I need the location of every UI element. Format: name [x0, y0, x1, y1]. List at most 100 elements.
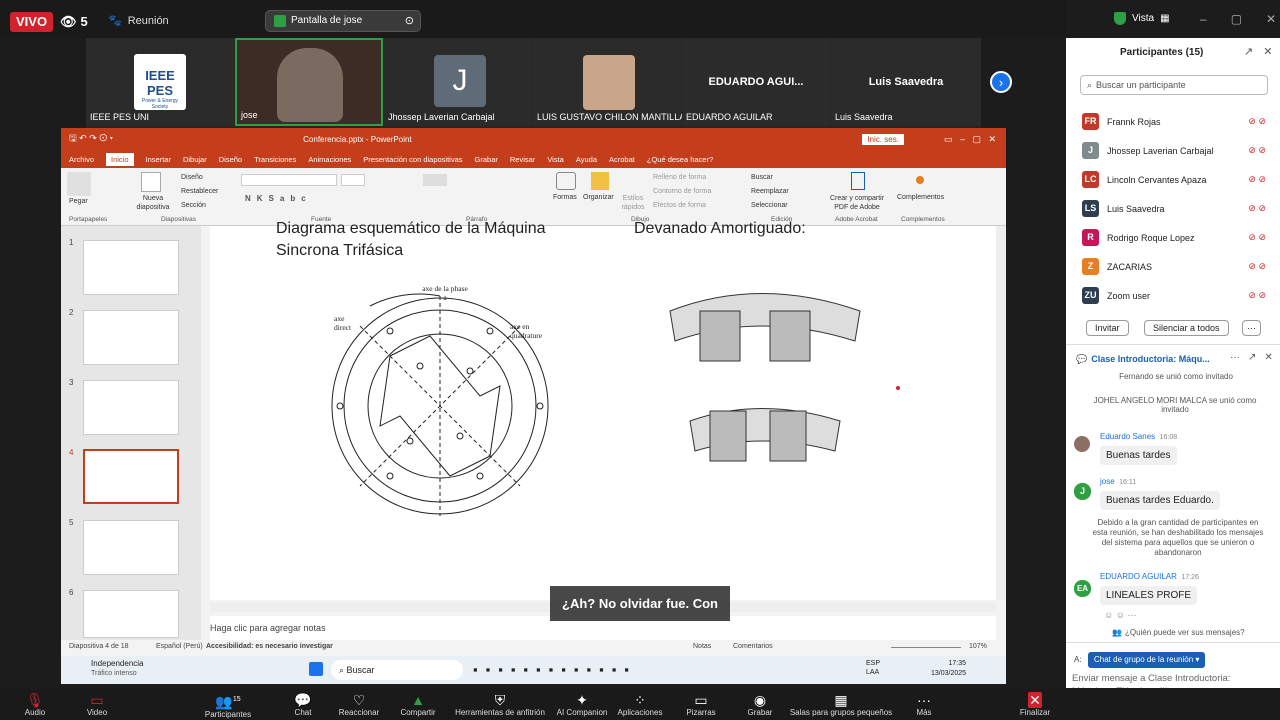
comments-button[interactable]: Comentarios	[733, 643, 773, 650]
tab-home[interactable]: Inicio	[106, 152, 134, 166]
adobe-pdf-button[interactable]: Crear y compartir PDF de Adobe	[825, 194, 889, 212]
start-icon[interactable]	[309, 662, 323, 676]
video-button[interactable]: ▭ Video	[80, 692, 114, 717]
select-button[interactable]: Seleccionar	[751, 202, 788, 209]
panel-controls[interactable]: ↗ ✕	[1244, 45, 1272, 58]
tab-slideshow[interactable]: Presentación con diapositivas	[363, 155, 462, 164]
react-button[interactable]: ♡ Reaccionar	[334, 692, 384, 717]
pdf-icon[interactable]	[851, 172, 865, 190]
tab-insert[interactable]: Insertar	[146, 155, 171, 164]
addins-button[interactable]: Complementos	[897, 194, 944, 201]
addins-icon[interactable]	[916, 176, 924, 184]
list-item[interactable]: Z ZACARIAS ⊘ ⊘	[1082, 252, 1272, 281]
paste-icon[interactable]	[67, 172, 91, 196]
end-meeting-button[interactable]: ✕ Finalizar	[1014, 692, 1056, 717]
paste-button[interactable]: Pegar	[69, 198, 88, 205]
quick-access-icons[interactable]: 🖫 ↶ ↷ ⊙ ▾	[69, 131, 113, 147]
shape-outline-button[interactable]: Contorno de forma	[653, 188, 711, 195]
popout-icon[interactable]: ↗	[1244, 45, 1253, 58]
tab-view[interactable]: Vista	[547, 155, 564, 164]
slide-subtitle[interactable]: Devanado Amortiguado:	[634, 218, 806, 240]
tab-record[interactable]: Grabar	[475, 155, 498, 164]
tab-transitions[interactable]: Transiciones	[254, 155, 296, 164]
clock[interactable]: 17:35 13/03/2025	[931, 659, 966, 679]
quick-styles-button[interactable]: Estilos rápidos	[617, 194, 649, 212]
slide-thumbnail[interactable]	[83, 240, 179, 295]
list-item[interactable]: FR Frannk Rojas ⊘ ⊘	[1082, 107, 1272, 136]
font-format-buttons[interactable]: NKSabc	[245, 194, 312, 203]
section-button[interactable]: Sección	[181, 202, 206, 209]
tab-file[interactable]: Archivo	[69, 155, 94, 164]
zoom-slider[interactable]	[891, 647, 961, 648]
slide-thumbnail[interactable]	[83, 380, 179, 435]
audio-button[interactable]: 🎙 Audio	[18, 692, 52, 717]
window-controls[interactable]: ▭ – ▢ ✕	[944, 134, 996, 145]
video-tile[interactable]: J Jhossep Laverian Carbajal	[384, 38, 532, 126]
popout-icon[interactable]: ↗	[1248, 352, 1256, 363]
close-icon[interactable]: ✕	[1264, 352, 1272, 363]
language-indicator[interactable]: ESP LAA	[866, 659, 882, 677]
who-can-see-link[interactable]: 👥 ¿Quién puede ver sus mensajes?	[1112, 628, 1245, 637]
video-tile-active-speaker[interactable]: jose	[235, 38, 383, 126]
vertical-scrollbar[interactable]	[996, 226, 1006, 600]
shapes-button[interactable]: Formas	[553, 194, 577, 201]
reset-button[interactable]: Restablecer	[181, 188, 218, 195]
window-controls[interactable]: – ▢ ✕	[1200, 12, 1276, 26]
tab-review[interactable]: Revisar	[510, 155, 535, 164]
tab-design[interactable]: Diseño	[219, 155, 242, 164]
meeting-info[interactable]: 🐾 Reunión	[108, 12, 169, 30]
slide-thumbnail-selected[interactable]	[83, 449, 179, 504]
shape-effects-button[interactable]: Efectos de forma	[653, 202, 706, 209]
video-tile[interactable]: EDUARDO AGUI... EDUARDO AGUILAR	[682, 38, 830, 126]
more-options-button[interactable]: ···	[1242, 320, 1261, 336]
zoom-level[interactable]: 107%	[969, 643, 987, 650]
share-indicator[interactable]: Pantalla de jose ⊙	[265, 10, 421, 32]
more-icon[interactable]: ⊙	[405, 10, 414, 32]
tab-animations[interactable]: Animaciones	[308, 155, 351, 164]
participant-search-input[interactable]: ⌕ Buscar un participante	[1080, 75, 1268, 95]
chat-button[interactable]: 💬 Chat	[286, 692, 320, 717]
new-slide-icon[interactable]	[141, 172, 161, 192]
tab-help[interactable]: Ayuda	[576, 155, 597, 164]
video-tile[interactable]: LUIS GUSTAVO CHILON MANTILLA	[533, 38, 685, 126]
font-select[interactable]	[241, 174, 337, 186]
layout-button[interactable]: Diseño	[181, 174, 203, 181]
video-tile[interactable]: IEEE PES Power & Energy Society IEEE PES…	[86, 38, 234, 126]
tab-acrobat[interactable]: Acrobat	[609, 155, 635, 164]
more-icon[interactable]: ···	[1230, 352, 1240, 363]
close-icon[interactable]: ✕	[1263, 45, 1272, 58]
share-button[interactable]: ▲ Compartir	[396, 692, 440, 717]
taskbar-search[interactable]: ⌕ Buscar	[331, 660, 463, 680]
slide-canvas[interactable]: Diagrama esquemático de la Máquina Sincr…	[210, 220, 996, 600]
mute-all-button[interactable]: Silenciar a todos	[1144, 320, 1229, 336]
weather-widget[interactable]: Independencia Tráfico intenso	[91, 659, 144, 679]
list-item[interactable]: LC Lincoln Cervantes Apaza ⊘ ⊘	[1082, 165, 1272, 194]
minimize-icon[interactable]: –	[1200, 12, 1207, 26]
slide-thumbnail[interactable]	[83, 310, 179, 365]
taskbar-apps[interactable]: ▪▪▪▪▪▪▪▪▪▪▪▪▪	[473, 662, 637, 677]
video-tile[interactable]: Luis Saavedra Luis Saavedra	[831, 38, 981, 126]
ai-companion-button[interactable]: ✦ AI Companion	[554, 692, 610, 717]
bullets-button[interactable]	[423, 174, 447, 186]
find-button[interactable]: Buscar	[751, 174, 773, 181]
list-item[interactable]: J Jhossep Laverian Carbajal ⊘ ⊘	[1082, 136, 1272, 165]
chat-controls[interactable]: ··· ↗ ✕	[1230, 352, 1273, 363]
slide-thumbnail[interactable]	[83, 520, 179, 575]
replace-button[interactable]: Reemplazar	[751, 188, 789, 195]
new-slide-button[interactable]: Nueva diapositiva	[129, 194, 177, 212]
record-button[interactable]: ◉ Grabar	[744, 692, 776, 717]
reaction-icons[interactable]: ☺ ☺ ···	[1104, 610, 1136, 620]
breakout-rooms-button[interactable]: ▦ Salas para grupos pequeños	[788, 692, 894, 717]
next-page-button[interactable]: ›	[990, 71, 1012, 93]
notes-button[interactable]: Notas	[693, 643, 711, 650]
tab-draw[interactable]: Dibujar	[183, 155, 207, 164]
maximize-icon[interactable]: ▢	[1231, 12, 1242, 26]
font-size-select[interactable]	[341, 174, 365, 186]
shape-fill-button[interactable]: Relleno de forma	[653, 174, 706, 181]
close-icon[interactable]: ✕	[1266, 12, 1276, 26]
tell-me-search[interactable]: ¿Qué desea hacer?	[647, 155, 713, 164]
more-button[interactable]: ··· Más	[910, 692, 938, 717]
view-button[interactable]: Vista ▦	[1114, 12, 1170, 25]
list-item[interactable]: ZU Zoom user ⊘ ⊘	[1082, 281, 1272, 310]
participants-button[interactable]: 👥15 Participantes	[200, 692, 256, 719]
